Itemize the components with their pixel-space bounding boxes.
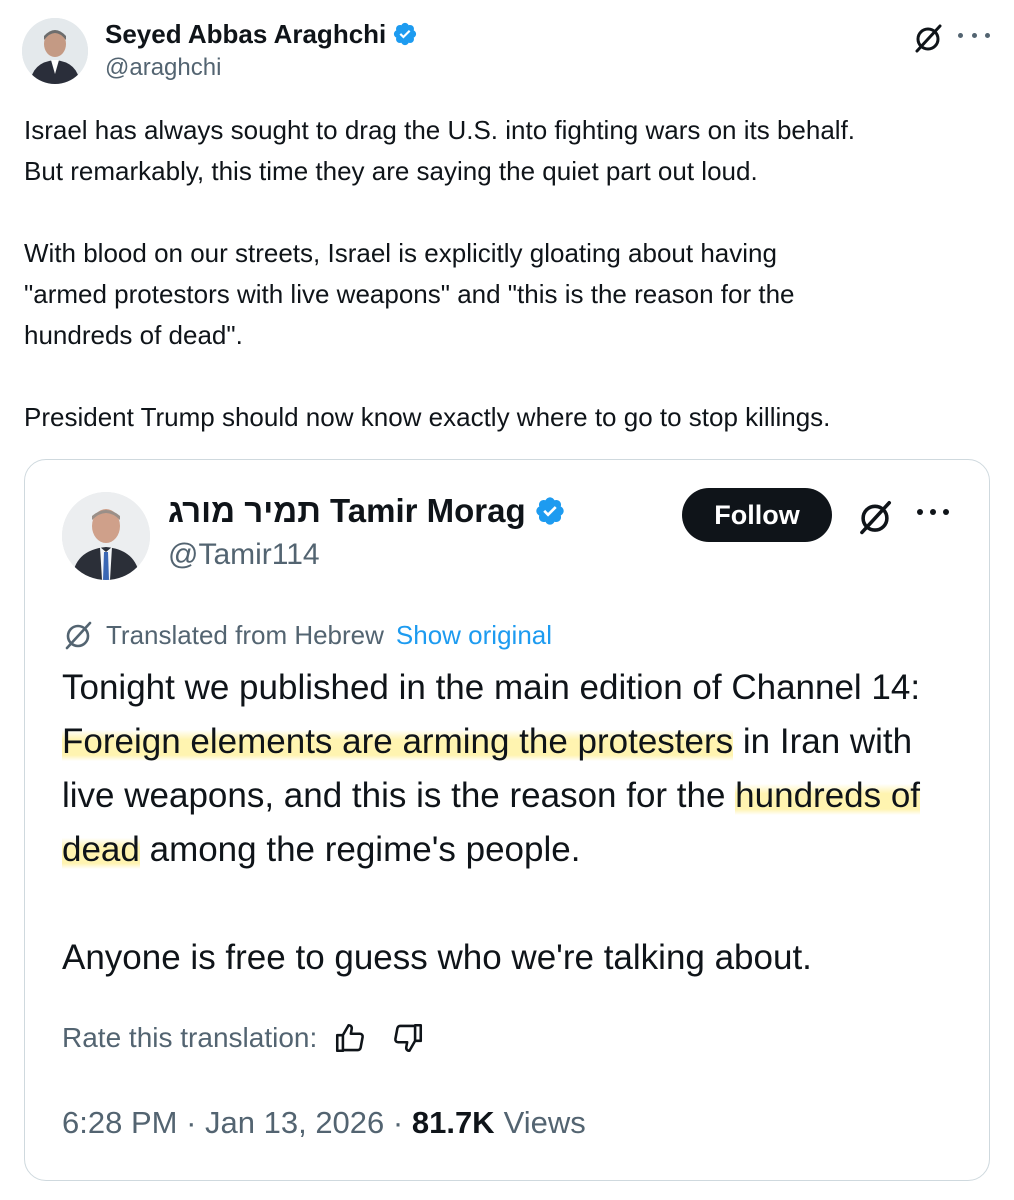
quoted-avatar[interactable] — [62, 492, 150, 580]
tweet-date[interactable]: Jan 13, 2026 — [205, 1105, 384, 1141]
author-avatar-image — [22, 18, 88, 84]
views-count[interactable]: 81.7K — [412, 1105, 495, 1141]
tweet-time[interactable]: 6:28 PM — [62, 1105, 177, 1141]
quoted-name-row[interactable]: תמיר מורג Tamir Morag — [168, 490, 566, 532]
tweet-paragraph-2: With blood on our streets, Israel is exp… — [24, 238, 795, 350]
quoted-tweet-card[interactable]: תמיר מורג Tamir Morag @Tamir114 Follow T… — [24, 459, 990, 1181]
more-icon[interactable] — [917, 506, 949, 518]
quoted-text: Tonight we published in the main edition… — [62, 661, 967, 877]
grok-icon[interactable] — [912, 22, 944, 54]
author-name-row[interactable]: Seyed Abbas Araghchi — [105, 17, 418, 51]
more-icon[interactable] — [958, 24, 990, 46]
translate-icon — [65, 621, 92, 650]
tweet-paragraph-3: President Trump should now know exactly … — [24, 402, 831, 432]
separator-dot: · — [384, 1105, 412, 1140]
tweet-paragraph-1: Israel has always sought to drag the U.S… — [24, 115, 856, 186]
quoted-avatar-image — [62, 492, 150, 580]
timestamp-row: 6:28 PM · Jan 13, 2026 · 81.7K Views — [62, 1103, 586, 1143]
quoted-text-a: Tonight we published in the main edition… — [62, 668, 921, 707]
author-avatar[interactable] — [22, 18, 88, 84]
quoted-text-2: Anyone is free to guess who we're talkin… — [62, 938, 812, 977]
quoted-name[interactable]: תמיר מורג Tamir Morag — [168, 492, 526, 530]
quoted-text-e: among the regime's people. — [139, 830, 581, 869]
highlighted-phrase-1: Foreign elements are arming the proteste… — [62, 722, 734, 761]
separator-dot: · — [177, 1105, 206, 1140]
verified-badge-icon — [535, 497, 564, 525]
author-name[interactable]: Seyed Abbas Araghchi — [105, 19, 386, 50]
author-handle[interactable]: @araghchi — [105, 54, 221, 82]
translated-from-label: Translated from Hebrew — [106, 619, 384, 650]
grok-icon[interactable] — [856, 498, 894, 536]
rate-translation-label: Rate this translation: — [62, 1022, 318, 1053]
follow-button[interactable]: Follow — [682, 488, 832, 542]
show-original-link[interactable]: Show original — [396, 620, 552, 651]
verified-badge-icon — [394, 22, 417, 46]
rate-translation-row: Rate this translation: — [62, 1018, 425, 1058]
translation-notice: Translated from Hebrew Show original — [62, 617, 552, 653]
thumbs-up-icon[interactable] — [333, 1021, 367, 1055]
quoted-handle[interactable]: @Tamir114 — [168, 538, 320, 572]
views-label[interactable]: Views — [504, 1105, 586, 1141]
thumbs-down-icon[interactable] — [391, 1021, 425, 1055]
